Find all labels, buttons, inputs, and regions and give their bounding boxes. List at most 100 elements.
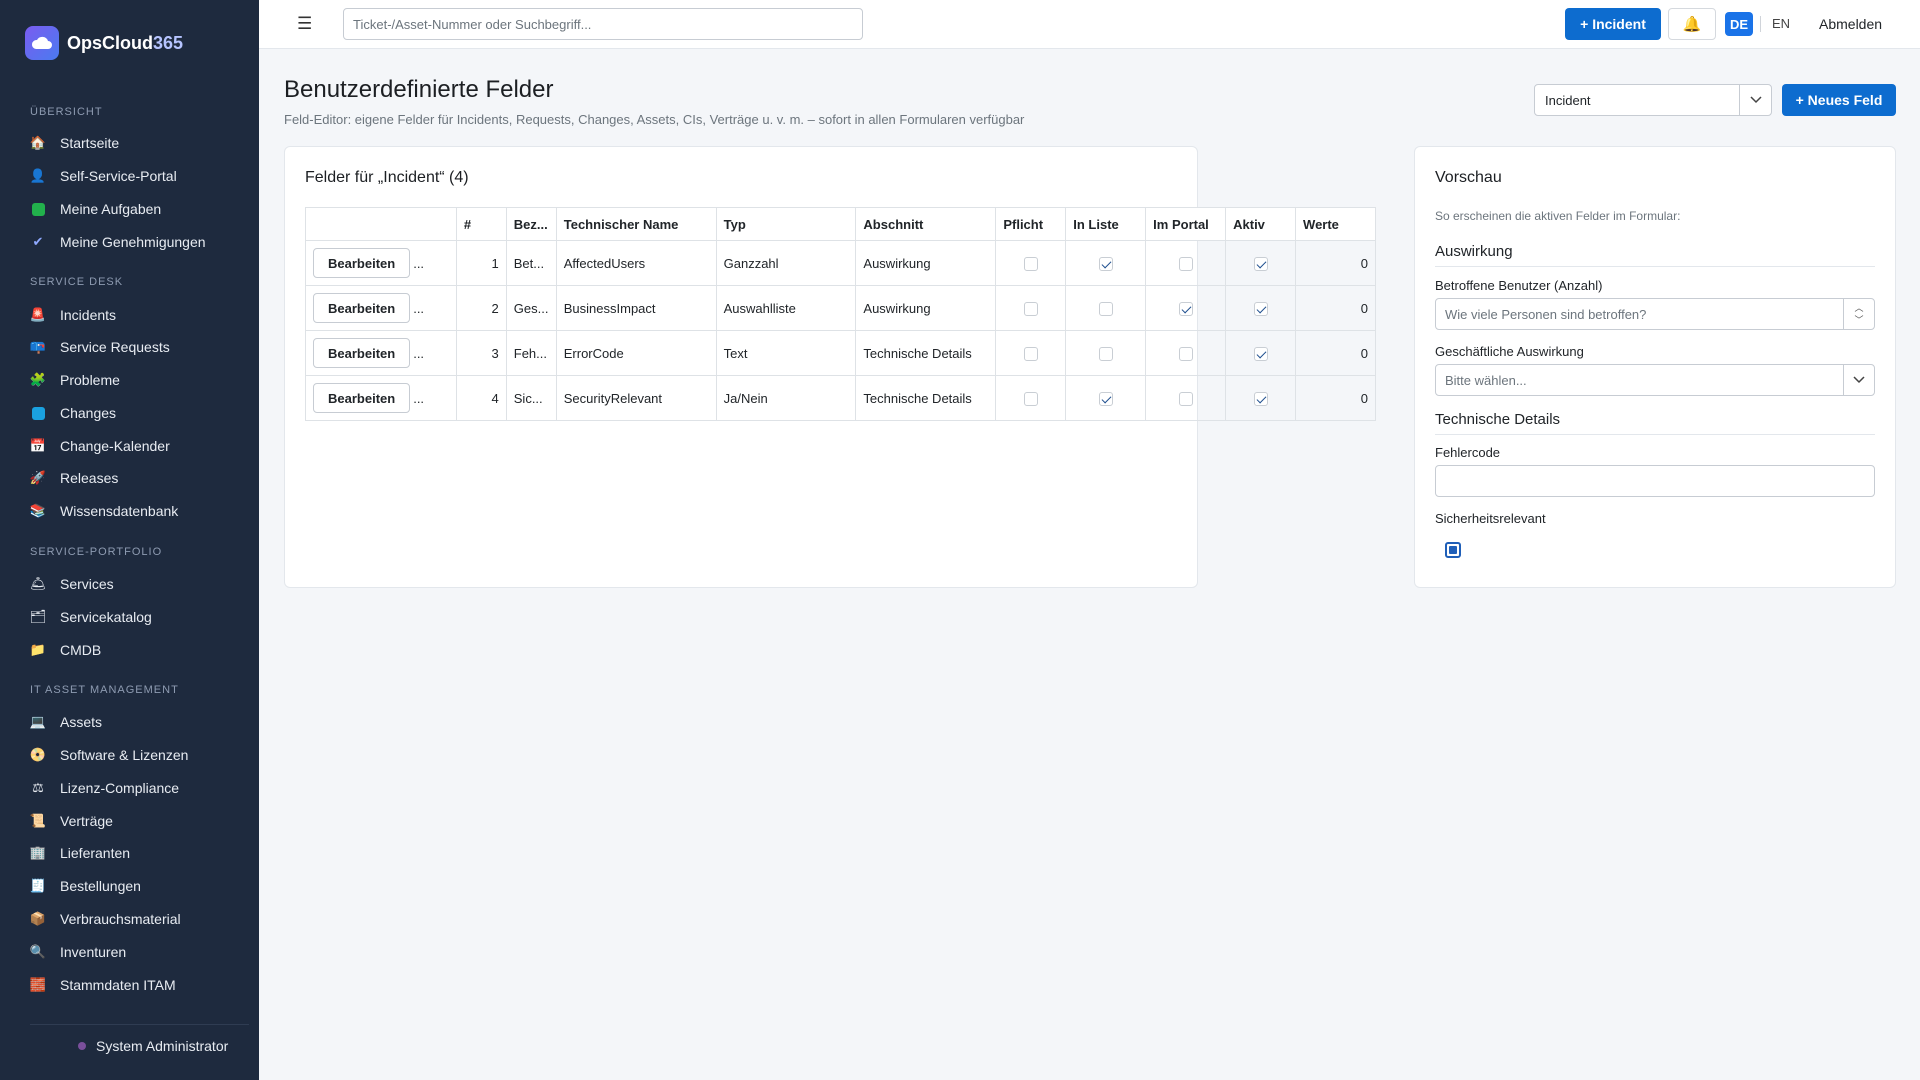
logout-button[interactable]: Abmelden bbox=[1819, 16, 1882, 32]
required-checkbox[interactable] bbox=[1023, 301, 1038, 316]
row-type: Ja/Nein bbox=[715, 375, 857, 421]
new-incident-button[interactable]: + Incident bbox=[1565, 8, 1661, 40]
preview-card: Vorschau So erscheinen die aktiven Felde… bbox=[1414, 146, 1896, 588]
col-in-portal[interactable]: Im Portal bbox=[1145, 207, 1227, 241]
in-portal-checkbox[interactable] bbox=[1178, 391, 1193, 406]
in-portal-cell bbox=[1145, 375, 1227, 421]
fields-card: Felder für „Incident“ (4) # Bez... Techn… bbox=[284, 146, 1376, 588]
bricks-icon: 🧱 bbox=[29, 977, 47, 992]
col-technical-name[interactable]: Technischer Name bbox=[555, 207, 717, 241]
more-actions[interactable]: ... bbox=[413, 301, 424, 316]
active-checkbox[interactable] bbox=[1253, 346, 1268, 361]
entity-type-select[interactable]: Incident bbox=[1534, 84, 1772, 116]
sidebar-item-change-calendar[interactable]: 📅 Change-Kalender bbox=[30, 432, 170, 460]
brand[interactable]: OpsCloud365 bbox=[25, 26, 183, 60]
edit-button[interactable]: Bearbeiten bbox=[313, 248, 411, 278]
sidebar-item-assets[interactable]: 💻 Assets bbox=[30, 708, 102, 736]
security-relevant-label: Sicherheitsrelevant bbox=[1435, 511, 1546, 526]
table-row: Bearbeiten... 3 Feh... ErrorCode Text Technis… bbox=[305, 330, 1376, 376]
stepper-down-icon[interactable]: ﹀ bbox=[1854, 314, 1863, 326]
col-values[interactable]: Werte bbox=[1295, 207, 1376, 241]
row-section: Auswirkung bbox=[855, 285, 997, 331]
in-list-checkbox[interactable] bbox=[1098, 391, 1113, 406]
table-row: Bearbeiten... 1 Bet... AffectedUsers Ganzzah… bbox=[305, 240, 1376, 286]
sidebar-item-home[interactable]: 🏠 Startseite bbox=[30, 129, 119, 157]
affected-users-field: ︿ ﹀ bbox=[1435, 298, 1875, 330]
edit-button[interactable]: Bearbeiten bbox=[313, 383, 411, 413]
sidebar-item-problems[interactable]: 🧩 Probleme bbox=[30, 366, 120, 394]
row-type: Text bbox=[715, 330, 857, 376]
active-cell bbox=[1225, 285, 1297, 331]
in-portal-checkbox[interactable] bbox=[1178, 301, 1193, 316]
sidebar-item-license-compliance[interactable]: ⚖ Lizenz-Compliance bbox=[30, 774, 179, 802]
language-en-button[interactable]: EN bbox=[1772, 16, 1790, 31]
col-required[interactable]: Pflicht bbox=[995, 207, 1067, 241]
sidebar-item-software-licenses[interactable]: 📀 Software & Lizenzen bbox=[30, 741, 189, 769]
page-subtitle: Feld-Editor: eigene Felder für Incidents… bbox=[284, 112, 1025, 127]
package-icon: 📦 bbox=[29, 911, 47, 926]
current-user[interactable]: System Administrator bbox=[78, 1038, 228, 1054]
active-checkbox[interactable] bbox=[1253, 391, 1268, 406]
business-impact-select[interactable]: Bitte wählen... bbox=[1435, 364, 1875, 396]
new-field-button[interactable]: + Neues Feld bbox=[1782, 84, 1896, 116]
more-actions[interactable]: ... bbox=[413, 391, 424, 406]
sidebar-item-knowledge-base[interactable]: 📚 Wissensdatenbank bbox=[30, 497, 178, 525]
sidebar-item-consumables[interactable]: 📦 Verbrauchsmaterial bbox=[30, 905, 181, 933]
security-relevant-checkbox[interactable] bbox=[1445, 542, 1461, 558]
stepper-up-icon[interactable]: ︿ bbox=[1854, 302, 1863, 314]
more-actions[interactable]: ... bbox=[413, 256, 424, 271]
col-active[interactable]: Aktiv bbox=[1225, 207, 1297, 241]
sidebar-item-orders[interactable]: 🧾 Bestellungen bbox=[30, 872, 141, 900]
sidebar-item-suppliers[interactable]: 🏢 Lieferanten bbox=[30, 839, 130, 867]
in-list-checkbox[interactable] bbox=[1098, 346, 1113, 361]
error-code-input[interactable] bbox=[1435, 465, 1875, 497]
in-list-checkbox[interactable] bbox=[1098, 256, 1113, 271]
more-actions[interactable]: ... bbox=[413, 346, 424, 361]
in-portal-cell bbox=[1145, 330, 1227, 376]
edit-button[interactable]: Bearbeiten bbox=[313, 293, 411, 323]
active-checkbox[interactable] bbox=[1253, 301, 1268, 316]
sidebar-item-services[interactable]: 🛎 Services bbox=[30, 570, 114, 598]
sidebar-item-incidents[interactable]: 🚨 Incidents bbox=[30, 301, 116, 329]
sidebar-item-master-data[interactable]: 🧱 Stammdaten ITAM bbox=[30, 971, 176, 999]
search-input[interactable] bbox=[343, 8, 863, 40]
sidebar-item-cmdb[interactable]: 📁 CMDB bbox=[30, 636, 101, 664]
col-label[interactable]: Bez... bbox=[505, 207, 557, 241]
entity-type-value: Incident bbox=[1545, 92, 1591, 108]
required-checkbox[interactable] bbox=[1023, 346, 1038, 361]
row-label: Ges... bbox=[505, 285, 557, 331]
sidebar-item-service-requests[interactable]: 📪 Service Requests bbox=[30, 333, 170, 361]
row-section: Technische Details bbox=[855, 375, 997, 421]
active-cell bbox=[1225, 330, 1297, 376]
in-portal-checkbox[interactable] bbox=[1178, 256, 1193, 271]
language-de-button[interactable]: DE bbox=[1725, 12, 1753, 36]
sidebar-item-releases[interactable]: 🚀 Releases bbox=[30, 464, 118, 492]
active-checkbox[interactable] bbox=[1253, 256, 1268, 271]
sidebar-item-changes[interactable]: Changes bbox=[30, 399, 116, 427]
in-list-checkbox[interactable] bbox=[1098, 301, 1113, 316]
nav-section-service-portfolio: SERVICE-PORTFOLIO bbox=[30, 546, 163, 558]
puzzle-icon: 🧩 bbox=[29, 372, 47, 387]
sidebar-item-inventories[interactable]: 🔍 Inventuren bbox=[30, 938, 126, 966]
sidebar-item-contracts[interactable]: 📜 Verträge bbox=[30, 807, 113, 835]
required-checkbox[interactable] bbox=[1023, 391, 1038, 406]
sidebar-item-my-tasks[interactable]: Meine Aufgaben bbox=[30, 195, 161, 223]
siren-icon: 🚨 bbox=[29, 307, 47, 322]
menu-toggle-icon[interactable]: ☰ bbox=[297, 14, 312, 34]
sidebar-item-service-catalog[interactable]: 🗂 Servicekatalog bbox=[30, 603, 152, 631]
in-portal-checkbox[interactable] bbox=[1178, 346, 1193, 361]
sidebar-item-self-service[interactable]: 👤 Self-Service-Portal bbox=[30, 162, 177, 190]
required-checkbox[interactable] bbox=[1023, 256, 1038, 271]
row-values: 0 bbox=[1295, 285, 1376, 331]
edit-button[interactable]: Bearbeiten bbox=[313, 338, 411, 368]
col-type[interactable]: Typ bbox=[715, 207, 857, 241]
affected-users-input[interactable] bbox=[1435, 298, 1875, 330]
col-section[interactable]: Abschnitt bbox=[855, 207, 997, 241]
row-number: 1 bbox=[455, 240, 507, 286]
col-in-list[interactable]: In Liste bbox=[1065, 207, 1147, 241]
contract-icon: 📜 bbox=[29, 813, 47, 828]
sidebar-item-my-approvals[interactable]: ✔ Meine Genehmigungen bbox=[30, 228, 206, 256]
number-stepper[interactable]: ︿ ﹀ bbox=[1843, 299, 1874, 329]
col-number[interactable]: # bbox=[455, 207, 507, 241]
notifications-button[interactable]: 🔔 bbox=[1668, 8, 1716, 40]
